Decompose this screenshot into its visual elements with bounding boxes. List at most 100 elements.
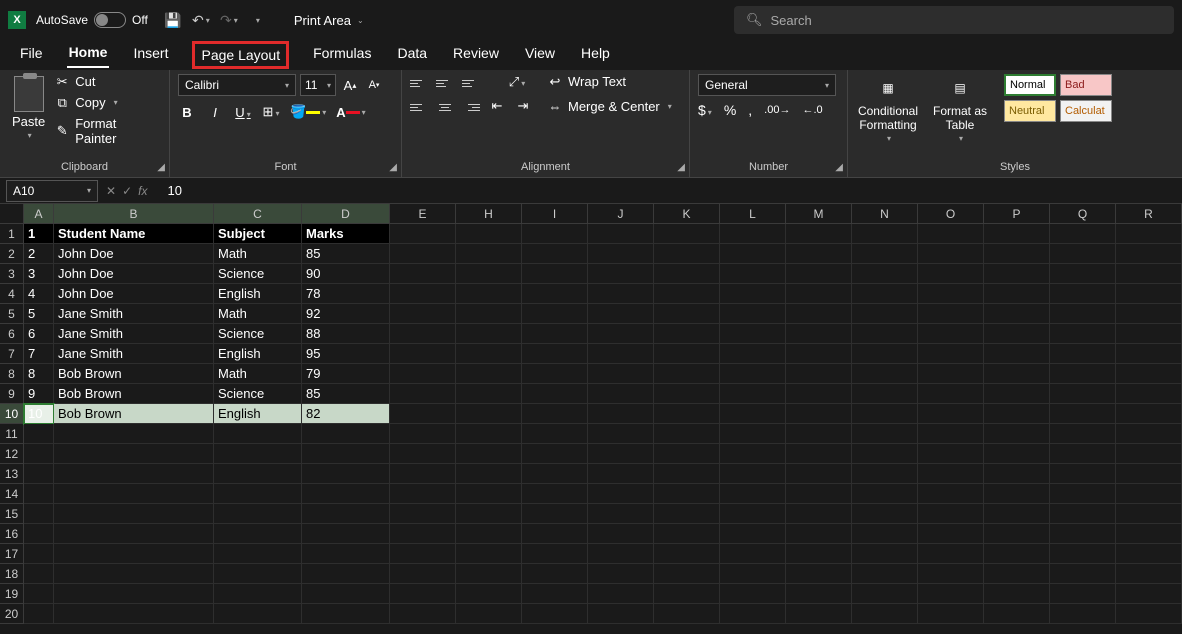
cell-M12[interactable] — [786, 444, 852, 464]
decrease-font-button[interactable]: A▾ — [364, 74, 384, 96]
cell-R2[interactable] — [1116, 244, 1182, 264]
cell-I7[interactable] — [522, 344, 588, 364]
cell-O5[interactable] — [918, 304, 984, 324]
cell-K14[interactable] — [654, 484, 720, 504]
format-as-table-button[interactable]: ▤ Format as Table▾ — [928, 74, 992, 161]
cell-K16[interactable] — [654, 524, 720, 544]
cell-R4[interactable] — [1116, 284, 1182, 304]
col-header-N[interactable]: N — [852, 204, 918, 224]
cell-B15[interactable] — [54, 504, 214, 524]
cell-A1[interactable]: 1 — [24, 224, 54, 244]
cell-Q9[interactable] — [1050, 384, 1116, 404]
cell-E17[interactable] — [390, 544, 456, 564]
cell-C14[interactable] — [214, 484, 302, 504]
cell-E3[interactable] — [390, 264, 456, 284]
cell-O19[interactable] — [918, 584, 984, 604]
row-header-9[interactable]: 9 — [0, 384, 24, 404]
cell-C11[interactable] — [214, 424, 302, 444]
cell-A12[interactable] — [24, 444, 54, 464]
cell-A5[interactable]: 5 — [24, 304, 54, 324]
cell-O9[interactable] — [918, 384, 984, 404]
cell-C18[interactable] — [214, 564, 302, 584]
style-calculation[interactable]: Calculat — [1060, 100, 1112, 122]
cell-A8[interactable]: 8 — [24, 364, 54, 384]
cell-N12[interactable] — [852, 444, 918, 464]
cell-I6[interactable] — [522, 324, 588, 344]
select-all-corner[interactable] — [0, 204, 24, 224]
col-header-O[interactable]: O — [918, 204, 984, 224]
cell-I17[interactable] — [522, 544, 588, 564]
cell-K6[interactable] — [654, 324, 720, 344]
merge-center-button[interactable]: ⇔Merge & Center▾ — [548, 99, 672, 114]
cell-C7[interactable]: English — [214, 344, 302, 364]
cell-H16[interactable] — [456, 524, 522, 544]
dialog-launcher-icon[interactable]: ◢ — [157, 162, 165, 173]
cell-J4[interactable] — [588, 284, 654, 304]
cell-K7[interactable] — [654, 344, 720, 364]
cell-J8[interactable] — [588, 364, 654, 384]
cell-H12[interactable] — [456, 444, 522, 464]
cell-J18[interactable] — [588, 564, 654, 584]
cell-N10[interactable] — [852, 404, 918, 424]
col-header-B[interactable]: B — [54, 204, 214, 224]
cell-Q15[interactable] — [1050, 504, 1116, 524]
dialog-launcher-icon[interactable]: ◢ — [835, 162, 843, 173]
enter-icon[interactable]: ✓ — [122, 184, 132, 198]
cell-P6[interactable] — [984, 324, 1050, 344]
cell-J6[interactable] — [588, 324, 654, 344]
cell-E2[interactable] — [390, 244, 456, 264]
cell-H7[interactable] — [456, 344, 522, 364]
italic-button[interactable]: I — [206, 105, 224, 120]
cell-A7[interactable]: 7 — [24, 344, 54, 364]
cell-M20[interactable] — [786, 604, 852, 624]
cell-I9[interactable] — [522, 384, 588, 404]
cell-D11[interactable] — [302, 424, 390, 444]
increase-decimal-button[interactable]: .00→ — [764, 104, 790, 116]
cell-C8[interactable]: Math — [214, 364, 302, 384]
cell-D9[interactable]: 85 — [302, 384, 390, 404]
cell-styles-gallery[interactable]: Normal Bad Neutral Calculat — [1004, 74, 1112, 161]
cell-E13[interactable] — [390, 464, 456, 484]
save-icon[interactable]: 💾 — [164, 11, 182, 29]
cell-B12[interactable] — [54, 444, 214, 464]
cell-D10[interactable]: 82 — [302, 404, 390, 424]
cell-H10[interactable] — [456, 404, 522, 424]
spreadsheet-grid[interactable]: ABCDEHIJKLMNOPQR 12345678910111213141516… — [0, 204, 1182, 624]
style-normal[interactable]: Normal — [1004, 74, 1056, 96]
copy-button[interactable]: ⧉Copy▾ — [55, 95, 161, 110]
cell-M11[interactable] — [786, 424, 852, 444]
cell-N18[interactable] — [852, 564, 918, 584]
cell-M5[interactable] — [786, 304, 852, 324]
cell-J17[interactable] — [588, 544, 654, 564]
cell-E18[interactable] — [390, 564, 456, 584]
cell-C12[interactable] — [214, 444, 302, 464]
cell-K19[interactable] — [654, 584, 720, 604]
cell-M9[interactable] — [786, 384, 852, 404]
cell-O8[interactable] — [918, 364, 984, 384]
col-header-I[interactable]: I — [522, 204, 588, 224]
cell-H9[interactable] — [456, 384, 522, 404]
align-top-button[interactable] — [410, 74, 428, 92]
col-header-C[interactable]: C — [214, 204, 302, 224]
cell-N3[interactable] — [852, 264, 918, 284]
cell-R16[interactable] — [1116, 524, 1182, 544]
cell-I13[interactable] — [522, 464, 588, 484]
cell-P16[interactable] — [984, 524, 1050, 544]
cell-C9[interactable]: Science — [214, 384, 302, 404]
cell-E20[interactable] — [390, 604, 456, 624]
cell-R5[interactable] — [1116, 304, 1182, 324]
cell-J13[interactable] — [588, 464, 654, 484]
cell-L4[interactable] — [720, 284, 786, 304]
cell-R11[interactable] — [1116, 424, 1182, 444]
cell-D5[interactable]: 92 — [302, 304, 390, 324]
cell-I12[interactable] — [522, 444, 588, 464]
col-header-H[interactable]: H — [456, 204, 522, 224]
cell-H2[interactable] — [456, 244, 522, 264]
cell-H13[interactable] — [456, 464, 522, 484]
cell-L17[interactable] — [720, 544, 786, 564]
cell-R8[interactable] — [1116, 364, 1182, 384]
cell-E19[interactable] — [390, 584, 456, 604]
cell-M18[interactable] — [786, 564, 852, 584]
cell-C4[interactable]: English — [214, 284, 302, 304]
cell-K8[interactable] — [654, 364, 720, 384]
